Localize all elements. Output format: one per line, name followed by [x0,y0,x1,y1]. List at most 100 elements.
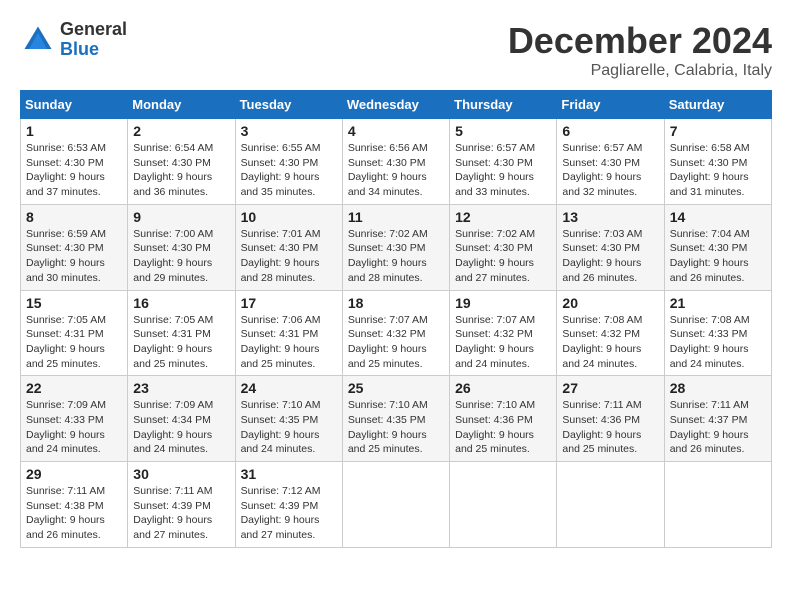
col-tuesday: Tuesday [235,91,342,119]
title-section: December 2024 Pagliarelle, Calabria, Ita… [508,20,772,80]
week-row-3: 15 Sunrise: 7:05 AM Sunset: 4:31 PM Dayl… [21,290,772,376]
table-row [342,462,449,548]
day-info: Sunrise: 7:04 AM Sunset: 4:30 PM Dayligh… [670,227,766,286]
day-info: Sunrise: 7:02 AM Sunset: 4:30 PM Dayligh… [455,227,551,286]
day-number: 31 [241,466,337,482]
day-info: Sunrise: 6:53 AM Sunset: 4:30 PM Dayligh… [26,141,122,200]
day-number: 16 [133,295,229,311]
day-info: Sunrise: 7:02 AM Sunset: 4:30 PM Dayligh… [348,227,444,286]
col-sunday: Sunday [21,91,128,119]
day-info: Sunrise: 6:59 AM Sunset: 4:30 PM Dayligh… [26,227,122,286]
day-info: Sunrise: 7:12 AM Sunset: 4:39 PM Dayligh… [241,484,337,543]
day-info: Sunrise: 7:11 AM Sunset: 4:39 PM Dayligh… [133,484,229,543]
logo-icon [20,22,56,58]
table-row: 22 Sunrise: 7:09 AM Sunset: 4:33 PM Dayl… [21,376,128,462]
table-row: 4 Sunrise: 6:56 AM Sunset: 4:30 PM Dayli… [342,119,449,205]
day-number: 28 [670,380,766,396]
table-row: 29 Sunrise: 7:11 AM Sunset: 4:38 PM Dayl… [21,462,128,548]
day-info: Sunrise: 7:09 AM Sunset: 4:34 PM Dayligh… [133,398,229,457]
table-row: 12 Sunrise: 7:02 AM Sunset: 4:30 PM Dayl… [450,204,557,290]
day-info: Sunrise: 7:07 AM Sunset: 4:32 PM Dayligh… [455,313,551,372]
day-number: 10 [241,209,337,225]
day-number: 20 [562,295,658,311]
day-info: Sunrise: 7:00 AM Sunset: 4:30 PM Dayligh… [133,227,229,286]
day-number: 18 [348,295,444,311]
day-number: 30 [133,466,229,482]
logo: GeneralBlue [20,20,127,60]
table-row [557,462,664,548]
day-info: Sunrise: 6:57 AM Sunset: 4:30 PM Dayligh… [455,141,551,200]
day-info: Sunrise: 7:11 AM Sunset: 4:36 PM Dayligh… [562,398,658,457]
table-row: 19 Sunrise: 7:07 AM Sunset: 4:32 PM Dayl… [450,290,557,376]
table-row: 7 Sunrise: 6:58 AM Sunset: 4:30 PM Dayli… [664,119,771,205]
table-row: 11 Sunrise: 7:02 AM Sunset: 4:30 PM Dayl… [342,204,449,290]
day-info: Sunrise: 6:58 AM Sunset: 4:30 PM Dayligh… [670,141,766,200]
day-number: 21 [670,295,766,311]
table-row: 17 Sunrise: 7:06 AM Sunset: 4:31 PM Dayl… [235,290,342,376]
col-thursday: Thursday [450,91,557,119]
logo-text: GeneralBlue [60,20,127,60]
day-number: 26 [455,380,551,396]
day-number: 25 [348,380,444,396]
day-info: Sunrise: 6:54 AM Sunset: 4:30 PM Dayligh… [133,141,229,200]
day-number: 7 [670,123,766,139]
day-info: Sunrise: 7:01 AM Sunset: 4:30 PM Dayligh… [241,227,337,286]
table-row: 24 Sunrise: 7:10 AM Sunset: 4:35 PM Dayl… [235,376,342,462]
table-row: 21 Sunrise: 7:08 AM Sunset: 4:33 PM Dayl… [664,290,771,376]
table-row: 16 Sunrise: 7:05 AM Sunset: 4:31 PM Dayl… [128,290,235,376]
week-row-2: 8 Sunrise: 6:59 AM Sunset: 4:30 PM Dayli… [21,204,772,290]
day-number: 2 [133,123,229,139]
table-row: 23 Sunrise: 7:09 AM Sunset: 4:34 PM Dayl… [128,376,235,462]
table-row: 1 Sunrise: 6:53 AM Sunset: 4:30 PM Dayli… [21,119,128,205]
day-number: 9 [133,209,229,225]
day-number: 22 [26,380,122,396]
day-number: 4 [348,123,444,139]
table-row: 10 Sunrise: 7:01 AM Sunset: 4:30 PM Dayl… [235,204,342,290]
calendar-title: December 2024 [508,20,772,62]
page-header: GeneralBlue December 2024 Pagliarelle, C… [20,20,772,80]
day-number: 23 [133,380,229,396]
week-row-4: 22 Sunrise: 7:09 AM Sunset: 4:33 PM Dayl… [21,376,772,462]
day-info: Sunrise: 7:07 AM Sunset: 4:32 PM Dayligh… [348,313,444,372]
week-row-5: 29 Sunrise: 7:11 AM Sunset: 4:38 PM Dayl… [21,462,772,548]
col-monday: Monday [128,91,235,119]
day-info: Sunrise: 6:57 AM Sunset: 4:30 PM Dayligh… [562,141,658,200]
day-info: Sunrise: 7:08 AM Sunset: 4:32 PM Dayligh… [562,313,658,372]
day-info: Sunrise: 6:55 AM Sunset: 4:30 PM Dayligh… [241,141,337,200]
calendar-table: Sunday Monday Tuesday Wednesday Thursday… [20,90,772,548]
table-row: 2 Sunrise: 6:54 AM Sunset: 4:30 PM Dayli… [128,119,235,205]
table-row: 28 Sunrise: 7:11 AM Sunset: 4:37 PM Dayl… [664,376,771,462]
table-row: 9 Sunrise: 7:00 AM Sunset: 4:30 PM Dayli… [128,204,235,290]
week-row-1: 1 Sunrise: 6:53 AM Sunset: 4:30 PM Dayli… [21,119,772,205]
table-row: 6 Sunrise: 6:57 AM Sunset: 4:30 PM Dayli… [557,119,664,205]
table-row [664,462,771,548]
table-row: 13 Sunrise: 7:03 AM Sunset: 4:30 PM Dayl… [557,204,664,290]
calendar-subtitle: Pagliarelle, Calabria, Italy [508,62,772,80]
table-row: 18 Sunrise: 7:07 AM Sunset: 4:32 PM Dayl… [342,290,449,376]
day-info: Sunrise: 7:05 AM Sunset: 4:31 PM Dayligh… [26,313,122,372]
day-info: Sunrise: 7:06 AM Sunset: 4:31 PM Dayligh… [241,313,337,372]
day-info: Sunrise: 7:05 AM Sunset: 4:31 PM Dayligh… [133,313,229,372]
table-row: 5 Sunrise: 6:57 AM Sunset: 4:30 PM Dayli… [450,119,557,205]
day-info: Sunrise: 6:56 AM Sunset: 4:30 PM Dayligh… [348,141,444,200]
header-row: Sunday Monday Tuesday Wednesday Thursday… [21,91,772,119]
day-info: Sunrise: 7:03 AM Sunset: 4:30 PM Dayligh… [562,227,658,286]
day-number: 27 [562,380,658,396]
table-row [450,462,557,548]
table-row: 25 Sunrise: 7:10 AM Sunset: 4:35 PM Dayl… [342,376,449,462]
table-row: 14 Sunrise: 7:04 AM Sunset: 4:30 PM Dayl… [664,204,771,290]
day-number: 6 [562,123,658,139]
day-number: 13 [562,209,658,225]
table-row: 30 Sunrise: 7:11 AM Sunset: 4:39 PM Dayl… [128,462,235,548]
day-number: 5 [455,123,551,139]
day-number: 1 [26,123,122,139]
table-row: 20 Sunrise: 7:08 AM Sunset: 4:32 PM Dayl… [557,290,664,376]
day-number: 12 [455,209,551,225]
table-row: 27 Sunrise: 7:11 AM Sunset: 4:36 PM Dayl… [557,376,664,462]
day-info: Sunrise: 7:08 AM Sunset: 4:33 PM Dayligh… [670,313,766,372]
day-number: 3 [241,123,337,139]
day-number: 8 [26,209,122,225]
day-info: Sunrise: 7:10 AM Sunset: 4:36 PM Dayligh… [455,398,551,457]
col-wednesday: Wednesday [342,91,449,119]
day-info: Sunrise: 7:11 AM Sunset: 4:38 PM Dayligh… [26,484,122,543]
